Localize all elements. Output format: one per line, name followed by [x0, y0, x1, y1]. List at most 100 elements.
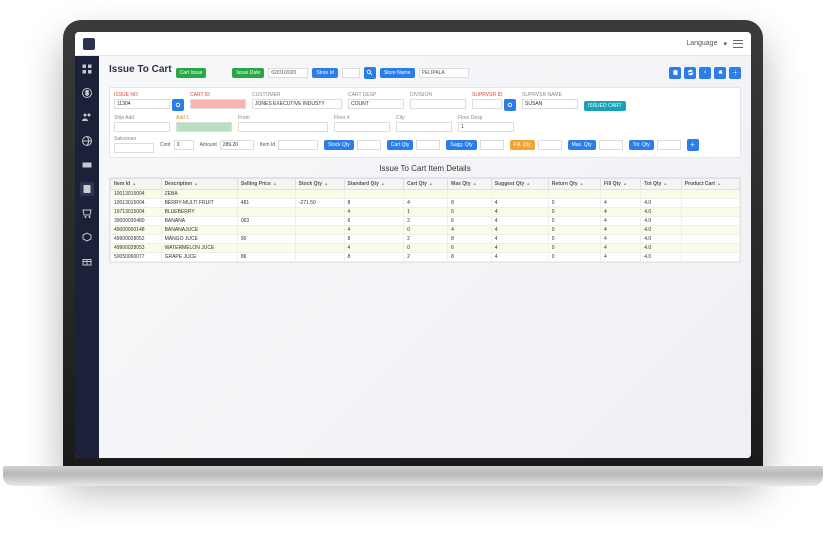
from-label: From [238, 115, 328, 121]
col-cart-qty[interactable]: Cart Qty▲ [404, 179, 448, 190]
col-selling-price[interactable]: Selling Price▲ [237, 179, 295, 190]
stock-qty-input[interactable] [357, 140, 381, 150]
users-icon[interactable] [80, 110, 94, 124]
col-fill-qty[interactable]: Fill Qty▲ [601, 179, 641, 190]
floor-input[interactable] [334, 122, 390, 132]
issue-date-input[interactable] [268, 68, 308, 78]
table-row[interactable]: 49000000148BANANAJUCE4044044.0 [111, 226, 740, 235]
save-icon[interactable] [669, 67, 681, 79]
table-row[interactable]: 49900028052MANGO JUCE908284044.0 [111, 235, 740, 244]
issue-no-search-icon[interactable] [172, 99, 184, 111]
cell-desc: BANANAJUCE [161, 226, 237, 235]
table-row[interactable]: 49900028053WATERMELON JUCE4064044.0 [111, 244, 740, 253]
store-search-icon[interactable] [364, 67, 376, 79]
cell-fill: 4 [601, 208, 641, 217]
customer-label: CUSTOMER [252, 92, 342, 98]
cell-pc [681, 235, 739, 244]
globe-icon[interactable] [80, 134, 94, 148]
col-tot-qty[interactable]: Tot Qty▲ [641, 179, 681, 190]
sugg-qty-button[interactable]: Sugg. Qty [446, 140, 476, 150]
cell-max: 6 [448, 208, 492, 217]
max-qty-input[interactable] [599, 140, 623, 150]
from-input[interactable] [238, 122, 328, 132]
amount-input[interactable] [220, 140, 254, 150]
cell-fill: 4 [601, 226, 641, 235]
table-row[interactable]: 39000030480BANANA0636264044.0 [111, 217, 740, 226]
dollar-icon[interactable]: $ [80, 86, 94, 100]
col-stock-qty[interactable]: Stock Qty▲ [295, 179, 344, 190]
stock-qty-button[interactable]: Stock Qty [324, 140, 354, 150]
cell-cart: 2 [404, 235, 448, 244]
cell-desc: BANANA [161, 217, 237, 226]
issue-cart-icon[interactable] [80, 182, 94, 196]
settings-icon[interactable] [729, 67, 741, 79]
supervisor-name-label: SUPRVSR NAME [522, 92, 578, 98]
cart-qty-button[interactable]: Cart Qty [387, 140, 414, 150]
col-item-id[interactable]: Item Id▲ [111, 179, 162, 190]
gift-icon[interactable] [80, 254, 94, 268]
cell-cart: 1 [404, 208, 448, 217]
table-row[interactable]: 10013015004ZEBA [111, 190, 740, 199]
hamburger-icon[interactable] [733, 40, 743, 48]
cell-sug [491, 190, 548, 199]
issued-cart-button[interactable]: ISSUED CART [584, 101, 626, 111]
cell-id: 49900028053 [111, 244, 162, 253]
add1-input[interactable] [176, 122, 232, 132]
print-icon[interactable] [714, 67, 726, 79]
store-id-input[interactable] [342, 68, 360, 78]
supervisor-input[interactable] [472, 99, 502, 109]
issue-date-button[interactable]: Issue Date [232, 68, 264, 78]
cart-id-input[interactable] [190, 99, 246, 109]
cell-std: 4 [344, 244, 404, 253]
division-input[interactable] [410, 99, 466, 109]
cell-max: 8 [448, 235, 492, 244]
cart-qty-input[interactable] [416, 140, 440, 150]
cash-icon[interactable] [80, 158, 94, 172]
cart-desp-input[interactable] [348, 99, 404, 109]
col-suggest-qty[interactable]: Suggest Qty▲ [491, 179, 548, 190]
cell-id: 19713015004 [111, 208, 162, 217]
floor-desp-input[interactable] [458, 122, 514, 132]
screen: Language ▾ $ Issue To Cart Cart Issue Is… [75, 32, 751, 458]
dashboard-icon[interactable] [80, 62, 94, 76]
table-row[interactable]: 19713015004BLUEBERRY4164044.0 [111, 208, 740, 217]
download-icon[interactable] [699, 67, 711, 79]
customer-input[interactable] [252, 99, 342, 109]
cell-tot: 4.0 [641, 199, 681, 208]
salesman-input[interactable] [114, 143, 154, 153]
table-row[interactable]: 10013015004BERRY-MULTI FRUIT481-271.5084… [111, 199, 740, 208]
store-id-button[interactable]: Store Id [312, 68, 338, 78]
issue-no-input[interactable] [114, 99, 170, 109]
cell-desc: MANGO JUCE [161, 235, 237, 244]
tot-qty-button[interactable]: Tot. Qty [629, 140, 654, 150]
cell-tot: 4.0 [641, 235, 681, 244]
ship-add-input[interactable] [114, 122, 170, 132]
itemid-input[interactable] [278, 140, 318, 150]
tot-qty-input[interactable] [657, 140, 681, 150]
col-max-qty[interactable]: Max Qty▲ [448, 179, 492, 190]
chevron-down-icon[interactable]: ▾ [723, 40, 727, 48]
cell-pc [681, 208, 739, 217]
refresh-icon[interactable] [684, 67, 696, 79]
cell-max [448, 190, 492, 199]
table-row[interactable]: 50050060077GRAPE JUCE868284044.0 [111, 253, 740, 262]
cart-issue-button[interactable]: Cart Issue [176, 68, 207, 78]
col-product-cart[interactable]: Product Cart▲ [681, 179, 739, 190]
cell-sp: 063 [237, 217, 295, 226]
supervisor-search-icon[interactable] [504, 99, 516, 111]
col-return-qty[interactable]: Return Qty▲ [548, 179, 600, 190]
sugg-qty-input[interactable] [480, 140, 504, 150]
city-input[interactable] [396, 122, 452, 132]
store-name-input[interactable] [419, 68, 469, 78]
col-description[interactable]: Description▲ [161, 179, 237, 190]
col-standard-qty[interactable]: Standard Qty▲ [344, 179, 404, 190]
add-row-icon[interactable] [687, 139, 699, 151]
fill-qty-input[interactable] [538, 140, 562, 150]
supervisor-name-input[interactable] [522, 99, 578, 109]
cont-input[interactable] [174, 140, 194, 150]
language-selector[interactable]: Language [686, 40, 717, 47]
fill-qty-button[interactable]: Fill. Qty [510, 140, 535, 150]
cart-icon[interactable] [80, 206, 94, 220]
box-icon[interactable] [80, 230, 94, 244]
max-qty-button[interactable]: Max. Qty [568, 140, 596, 150]
